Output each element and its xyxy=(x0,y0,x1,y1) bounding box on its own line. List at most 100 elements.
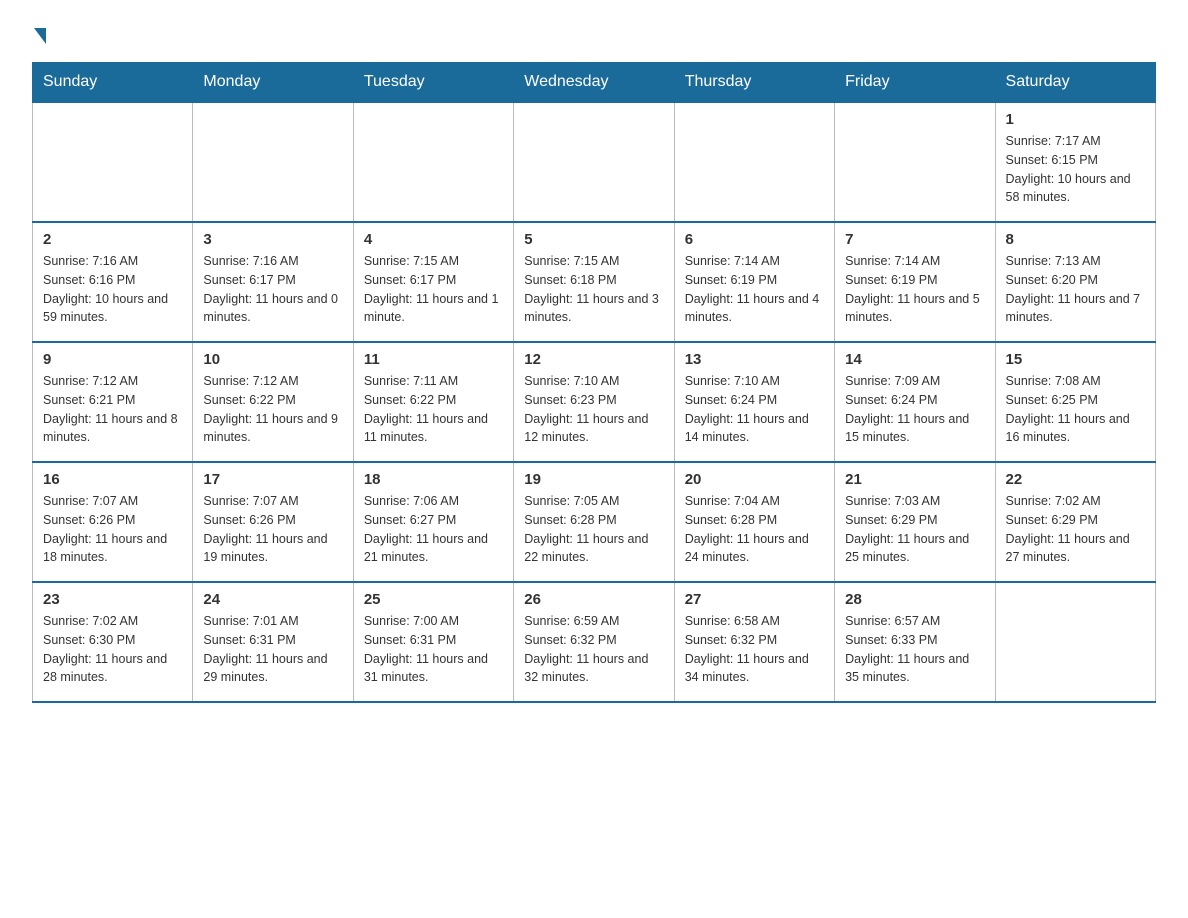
day-info: Sunrise: 7:15 AM Sunset: 6:18 PM Dayligh… xyxy=(524,252,663,327)
calendar-cell: 6 Sunrise: 7:14 AM Sunset: 6:19 PM Daylig… xyxy=(674,222,834,342)
calendar-cell: 26 Sunrise: 6:59 AM Sunset: 6:32 PM Dayli… xyxy=(514,582,674,702)
calendar-cell: 23Sunrise: 7:02 AM Sunset: 6:30 PM Dayli… xyxy=(33,582,193,702)
day-info: Sunrise: 7:10 AM Sunset: 6:24 PM Dayligh… xyxy=(685,372,824,447)
day-info: Sunrise: 7:08 AM Sunset: 6:25 PM Dayligh… xyxy=(1006,372,1145,447)
calendar-cell: 3 Sunrise: 7:16 AM Sunset: 6:17 PM Daylig… xyxy=(193,222,353,342)
day-number: 3 xyxy=(203,231,342,248)
calendar-week-row: 16 Sunrise: 7:07 AM Sunset: 6:26 PM Dayli… xyxy=(33,462,1156,582)
calendar-week-row: 2 Sunrise: 7:16 AM Sunset: 6:16 PM Daylig… xyxy=(33,222,1156,342)
day-number: 12 xyxy=(524,351,663,368)
day-number: 17 xyxy=(203,471,342,488)
calendar-cell: 25 Sunrise: 7:00 AM Sunset: 6:31 PM Dayli… xyxy=(353,582,513,702)
day-info: Sunrise: 7:03 AM Sunset: 6:29 PM Dayligh… xyxy=(845,492,984,567)
day-number: 15 xyxy=(1006,351,1145,368)
day-number: 4 xyxy=(364,231,503,248)
day-number: 27 xyxy=(685,591,824,608)
day-number: 9 xyxy=(43,351,182,368)
logo xyxy=(32,24,46,44)
calendar-week-row: 1 Sunrise: 7:17 AM Sunset: 6:15 PM Daylig… xyxy=(33,102,1156,222)
day-info: Sunrise: 7:13 AM Sunset: 6:20 PM Dayligh… xyxy=(1006,252,1145,327)
calendar-cell: 14 Sunrise: 7:09 AM Sunset: 6:24 PM Dayli… xyxy=(835,342,995,462)
day-number: 13 xyxy=(685,351,824,368)
logo-arrow-icon xyxy=(34,28,46,44)
calendar-cell: 18Sunrise: 7:06 AM Sunset: 6:27 PM Dayli… xyxy=(353,462,513,582)
day-info: Sunrise: 7:11 AM Sunset: 6:22 PM Dayligh… xyxy=(364,372,503,447)
calendar-cell: 19 Sunrise: 7:05 AM Sunset: 6:28 PM Dayli… xyxy=(514,462,674,582)
day-info: Sunrise: 6:58 AM Sunset: 6:32 PM Dayligh… xyxy=(685,612,824,687)
calendar-cell: 24 Sunrise: 7:01 AM Sunset: 6:31 PM Dayli… xyxy=(193,582,353,702)
weekday-header-saturday: Saturday xyxy=(995,63,1155,103)
day-info: Sunrise: 7:16 AM Sunset: 6:16 PM Dayligh… xyxy=(43,252,182,327)
day-info: Sunrise: 7:14 AM Sunset: 6:19 PM Dayligh… xyxy=(685,252,824,327)
day-info: Sunrise: 7:12 AM Sunset: 6:21 PM Dayligh… xyxy=(43,372,182,447)
day-number: 6 xyxy=(685,231,824,248)
calendar-cell: 4 Sunrise: 7:15 AM Sunset: 6:17 PM Daylig… xyxy=(353,222,513,342)
weekday-header-tuesday: Tuesday xyxy=(353,63,513,103)
calendar-cell: 1 Sunrise: 7:17 AM Sunset: 6:15 PM Daylig… xyxy=(995,102,1155,222)
calendar-cell: 17Sunrise: 7:07 AM Sunset: 6:26 PM Dayli… xyxy=(193,462,353,582)
day-info: Sunrise: 7:07 AM Sunset: 6:26 PM Dayligh… xyxy=(43,492,182,567)
day-number: 19 xyxy=(524,471,663,488)
day-info: Sunrise: 6:59 AM Sunset: 6:32 PM Dayligh… xyxy=(524,612,663,687)
calendar-cell: 10Sunrise: 7:12 AM Sunset: 6:22 PM Dayli… xyxy=(193,342,353,462)
day-info: Sunrise: 7:15 AM Sunset: 6:17 PM Dayligh… xyxy=(364,252,503,327)
calendar-cell: 21 Sunrise: 7:03 AM Sunset: 6:29 PM Dayli… xyxy=(835,462,995,582)
day-info: Sunrise: 7:02 AM Sunset: 6:29 PM Dayligh… xyxy=(1006,492,1145,567)
calendar-cell xyxy=(33,102,193,222)
day-number: 18 xyxy=(364,471,503,488)
calendar-cell: 15 Sunrise: 7:08 AM Sunset: 6:25 PM Dayli… xyxy=(995,342,1155,462)
calendar-cell: 11 Sunrise: 7:11 AM Sunset: 6:22 PM Dayli… xyxy=(353,342,513,462)
day-info: Sunrise: 7:05 AM Sunset: 6:28 PM Dayligh… xyxy=(524,492,663,567)
weekday-header-row: SundayMondayTuesdayWednesdayThursdayFrid… xyxy=(33,63,1156,103)
calendar-cell: 28 Sunrise: 6:57 AM Sunset: 6:33 PM Dayli… xyxy=(835,582,995,702)
calendar-table: SundayMondayTuesdayWednesdayThursdayFrid… xyxy=(32,62,1156,703)
day-number: 2 xyxy=(43,231,182,248)
day-number: 16 xyxy=(43,471,182,488)
day-number: 11 xyxy=(364,351,503,368)
weekday-header-thursday: Thursday xyxy=(674,63,834,103)
day-info: Sunrise: 7:00 AM Sunset: 6:31 PM Dayligh… xyxy=(364,612,503,687)
day-number: 5 xyxy=(524,231,663,248)
calendar-cell: 27 Sunrise: 6:58 AM Sunset: 6:32 PM Dayli… xyxy=(674,582,834,702)
day-number: 24 xyxy=(203,591,342,608)
calendar-cell: 13 Sunrise: 7:10 AM Sunset: 6:24 PM Dayli… xyxy=(674,342,834,462)
weekday-header-sunday: Sunday xyxy=(33,63,193,103)
calendar-cell xyxy=(835,102,995,222)
day-info: Sunrise: 7:10 AM Sunset: 6:23 PM Dayligh… xyxy=(524,372,663,447)
day-info: Sunrise: 7:14 AM Sunset: 6:19 PM Dayligh… xyxy=(845,252,984,327)
day-info: Sunrise: 7:16 AM Sunset: 6:17 PM Dayligh… xyxy=(203,252,342,327)
day-number: 1 xyxy=(1006,111,1145,128)
calendar-cell: 12 Sunrise: 7:10 AM Sunset: 6:23 PM Dayli… xyxy=(514,342,674,462)
calendar-cell: 7Sunrise: 7:14 AM Sunset: 6:19 PM Daylig… xyxy=(835,222,995,342)
calendar-cell xyxy=(514,102,674,222)
calendar-cell: 2 Sunrise: 7:16 AM Sunset: 6:16 PM Daylig… xyxy=(33,222,193,342)
day-number: 25 xyxy=(364,591,503,608)
calendar-cell: 20 Sunrise: 7:04 AM Sunset: 6:28 PM Dayli… xyxy=(674,462,834,582)
day-info: Sunrise: 7:01 AM Sunset: 6:31 PM Dayligh… xyxy=(203,612,342,687)
page-header xyxy=(32,24,1156,44)
day-info: Sunrise: 6:57 AM Sunset: 6:33 PM Dayligh… xyxy=(845,612,984,687)
weekday-header-wednesday: Wednesday xyxy=(514,63,674,103)
day-number: 20 xyxy=(685,471,824,488)
calendar-cell xyxy=(674,102,834,222)
day-number: 28 xyxy=(845,591,984,608)
calendar-week-row: 9 Sunrise: 7:12 AM Sunset: 6:21 PM Daylig… xyxy=(33,342,1156,462)
calendar-cell: 22 Sunrise: 7:02 AM Sunset: 6:29 PM Dayli… xyxy=(995,462,1155,582)
calendar-cell xyxy=(353,102,513,222)
day-number: 10 xyxy=(203,351,342,368)
day-info: Sunrise: 7:09 AM Sunset: 6:24 PM Dayligh… xyxy=(845,372,984,447)
weekday-header-friday: Friday xyxy=(835,63,995,103)
day-number: 21 xyxy=(845,471,984,488)
day-number: 14 xyxy=(845,351,984,368)
day-number: 8 xyxy=(1006,231,1145,248)
weekday-header-monday: Monday xyxy=(193,63,353,103)
calendar-cell xyxy=(193,102,353,222)
day-number: 23 xyxy=(43,591,182,608)
day-number: 26 xyxy=(524,591,663,608)
day-info: Sunrise: 7:04 AM Sunset: 6:28 PM Dayligh… xyxy=(685,492,824,567)
calendar-cell: 16 Sunrise: 7:07 AM Sunset: 6:26 PM Dayli… xyxy=(33,462,193,582)
day-number: 22 xyxy=(1006,471,1145,488)
calendar-cell: 8 Sunrise: 7:13 AM Sunset: 6:20 PM Daylig… xyxy=(995,222,1155,342)
day-info: Sunrise: 7:17 AM Sunset: 6:15 PM Dayligh… xyxy=(1006,132,1145,207)
calendar-cell xyxy=(995,582,1155,702)
